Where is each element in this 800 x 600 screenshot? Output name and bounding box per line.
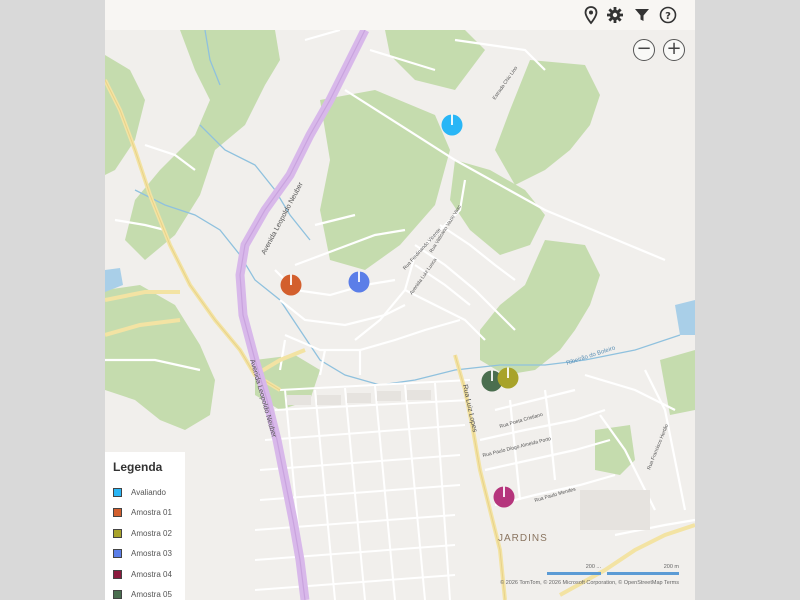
legend-label-amostra-01: Amostra 01	[131, 508, 172, 518]
scale-label-right: 200 m	[663, 564, 679, 570]
legend-item-amostra-02[interactable]: Amostra 02	[113, 523, 185, 544]
legend-label-amostra-05: Amostra 05	[131, 590, 172, 600]
legend-label-amostra-04: Amostra 04	[131, 569, 172, 579]
legend-swatch-avaliando	[113, 487, 122, 497]
help-icon[interactable]: ?	[658, 5, 678, 25]
gear-icon[interactable]	[605, 5, 625, 25]
legend-item-amostra-05[interactable]: Amostra 05	[113, 585, 185, 600]
marker-avaliando[interactable]	[441, 114, 463, 136]
scale-bar-right: 200 m	[607, 564, 679, 578]
legend-title: Legenda	[113, 460, 163, 474]
scale-label-left: 200 ...	[585, 564, 601, 570]
scale-line-left	[547, 572, 601, 575]
legend-swatch-amostra-04	[113, 569, 122, 579]
place-label-jardins: JARDINS	[498, 533, 548, 544]
legend-label-avaliando: Avaliando	[131, 487, 166, 497]
map-attribution: © 2026 TomTom, © 2026 Microsoft Corporat…	[500, 580, 679, 586]
map-visual: ? Avenida Leopoldo Neuber Avenida Leopol…	[105, 0, 695, 600]
marker-amostra-02[interactable]	[497, 367, 519, 389]
map-legend: Legenda Avaliando Amostra 01 Amostra 02 …	[105, 452, 185, 600]
legend-swatch-amostra-03	[113, 549, 122, 559]
legend-label-amostra-02: Amostra 02	[131, 528, 172, 538]
scale-line-right	[607, 572, 679, 575]
marker-amostra-04[interactable]	[493, 486, 515, 508]
scale-bar-left: 200 ...	[547, 564, 601, 578]
map-pin-icon[interactable]	[581, 5, 601, 25]
marker-layer	[280, 114, 519, 508]
svg-text:?: ?	[665, 11, 671, 22]
zoom-in-button[interactable]: +	[663, 39, 685, 61]
legend-item-amostra-01[interactable]: Amostra 01	[113, 503, 185, 524]
filter-icon[interactable]	[632, 5, 652, 25]
map-canvas[interactable]: Avenida Leopoldo Neuber Avenida Leopoldo…	[105, 30, 695, 600]
marker-amostra-01[interactable]	[280, 274, 302, 296]
legend-label-amostra-03: Amostra 03	[131, 549, 172, 559]
legend-item-amostra-04[interactable]: Amostra 04	[113, 564, 185, 585]
zoom-out-button[interactable]: −	[633, 39, 655, 61]
marker-amostra-03[interactable]	[348, 271, 370, 293]
legend-item-avaliando[interactable]: Avaliando	[113, 482, 185, 503]
legend-swatch-amostra-02	[113, 528, 122, 538]
legend-swatch-amostra-01	[113, 508, 122, 518]
legend-swatch-amostra-05	[113, 590, 122, 600]
legend-item-amostra-03[interactable]: Amostra 03	[113, 544, 185, 565]
map-toolbar: ?	[105, 0, 695, 30]
